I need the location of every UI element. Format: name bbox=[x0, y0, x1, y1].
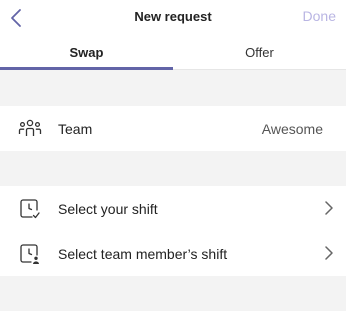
done-button[interactable]: Done bbox=[303, 8, 336, 24]
tab-bar: Swap Offer bbox=[0, 36, 346, 70]
chevron-right-icon bbox=[325, 246, 333, 260]
select-your-shift-row[interactable]: Select your shift bbox=[0, 186, 346, 231]
top-nav-bar: New request Done bbox=[0, 0, 346, 36]
page-title: New request bbox=[134, 9, 212, 24]
clock-person-icon bbox=[20, 244, 39, 264]
active-tab-indicator bbox=[0, 67, 173, 70]
tab-swap[interactable]: Swap bbox=[0, 36, 173, 69]
team-label: Team bbox=[58, 120, 93, 137]
team-section: Team Awesome bbox=[0, 106, 346, 151]
select-your-shift-label: Select your shift bbox=[58, 200, 158, 217]
chevron-right-icon bbox=[325, 201, 333, 215]
team-value: Awesome bbox=[261, 120, 323, 137]
clock-check-icon bbox=[20, 199, 40, 219]
team-row[interactable]: Team Awesome bbox=[0, 106, 346, 151]
shift-section: Select your shift Select team member’s s… bbox=[0, 186, 346, 276]
select-team-member-shift-row[interactable]: Select team member’s shift bbox=[0, 231, 346, 276]
tab-offer[interactable]: Offer bbox=[173, 36, 346, 69]
select-team-member-shift-label: Select team member’s shift bbox=[58, 245, 228, 262]
team-icon bbox=[18, 119, 42, 136]
